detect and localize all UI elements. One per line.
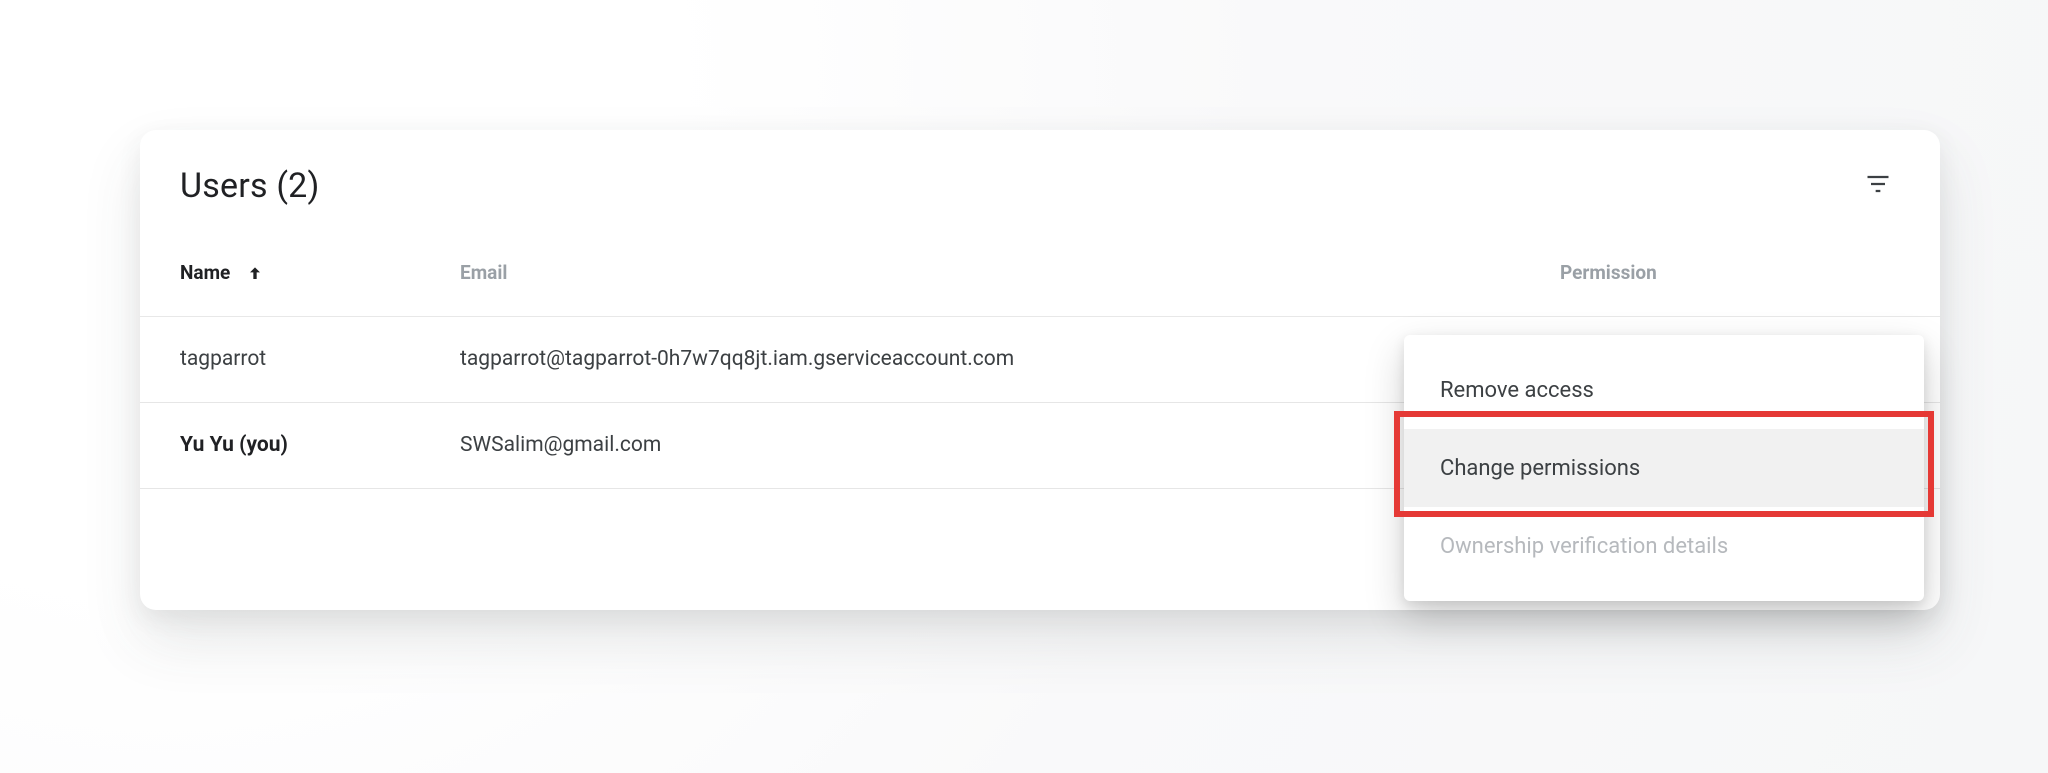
filter-icon <box>1864 170 1892 202</box>
user-email: tagparrot@tagparrot-0h7w7qq8jt.iam.gserv… <box>420 316 1520 402</box>
context-menu: Remove access Change permissions Ownersh… <box>1404 335 1924 601</box>
user-name: tagparrot <box>140 316 420 402</box>
menu-item-remove-access[interactable]: Remove access <box>1404 351 1924 429</box>
filter-button[interactable] <box>1860 168 1896 204</box>
menu-item-label: Ownership verification details <box>1440 534 1728 559</box>
user-email: SWSalim@gmail.com <box>420 402 1520 488</box>
column-header-email[interactable]: Email <box>420 230 1520 316</box>
column-header-name-label: Name <box>180 261 230 284</box>
column-header-permission[interactable]: Permission <box>1520 230 1940 316</box>
column-header-permission-label: Permission <box>1560 261 1657 284</box>
user-name: Yu Yu (you) <box>140 402 420 488</box>
table-header-row: Name Email Permission <box>140 230 1940 316</box>
column-header-email-label: Email <box>460 261 507 284</box>
card-header: Users (2) <box>140 130 1940 230</box>
menu-item-label: Remove access <box>1440 378 1594 403</box>
menu-item-label: Change permissions <box>1440 456 1640 481</box>
menu-item-change-permissions[interactable]: Change permissions <box>1404 429 1924 507</box>
arrow-up-icon <box>245 264 265 284</box>
card-title: Users (2) <box>180 166 320 206</box>
column-header-name[interactable]: Name <box>140 230 420 316</box>
menu-item-ownership-verification: Ownership verification details <box>1404 507 1924 585</box>
